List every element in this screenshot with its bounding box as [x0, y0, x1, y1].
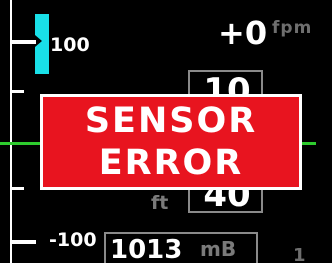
vs-scale-top-label: 100	[50, 34, 90, 56]
baro-setting-value: 1013	[110, 235, 183, 263]
vertical-speed-display: 100 -100 +0 fpm 10 40 ft SENSOR ERROR 10…	[0, 0, 332, 263]
corner-digit: 1	[293, 245, 306, 263]
vertical-speed-value: +0	[218, 14, 268, 52]
vertical-speed-unit: fpm	[272, 18, 313, 38]
vs-minor-tick	[10, 90, 24, 93]
vs-major-tick	[10, 40, 36, 44]
vs-major-tick	[10, 240, 36, 244]
baro-setting-unit: mB	[200, 237, 237, 261]
vs-scale-bottom-label: -100	[49, 229, 97, 251]
sensor-error-line2: ERROR	[98, 143, 244, 183]
sensor-error-line1: SENSOR	[84, 101, 258, 141]
sensor-error-banner: SENSOR ERROR	[40, 94, 302, 190]
altitude-unit: ft	[151, 192, 169, 214]
vs-minor-tick	[10, 187, 24, 190]
vertical-speed-bug-icon	[35, 14, 49, 74]
